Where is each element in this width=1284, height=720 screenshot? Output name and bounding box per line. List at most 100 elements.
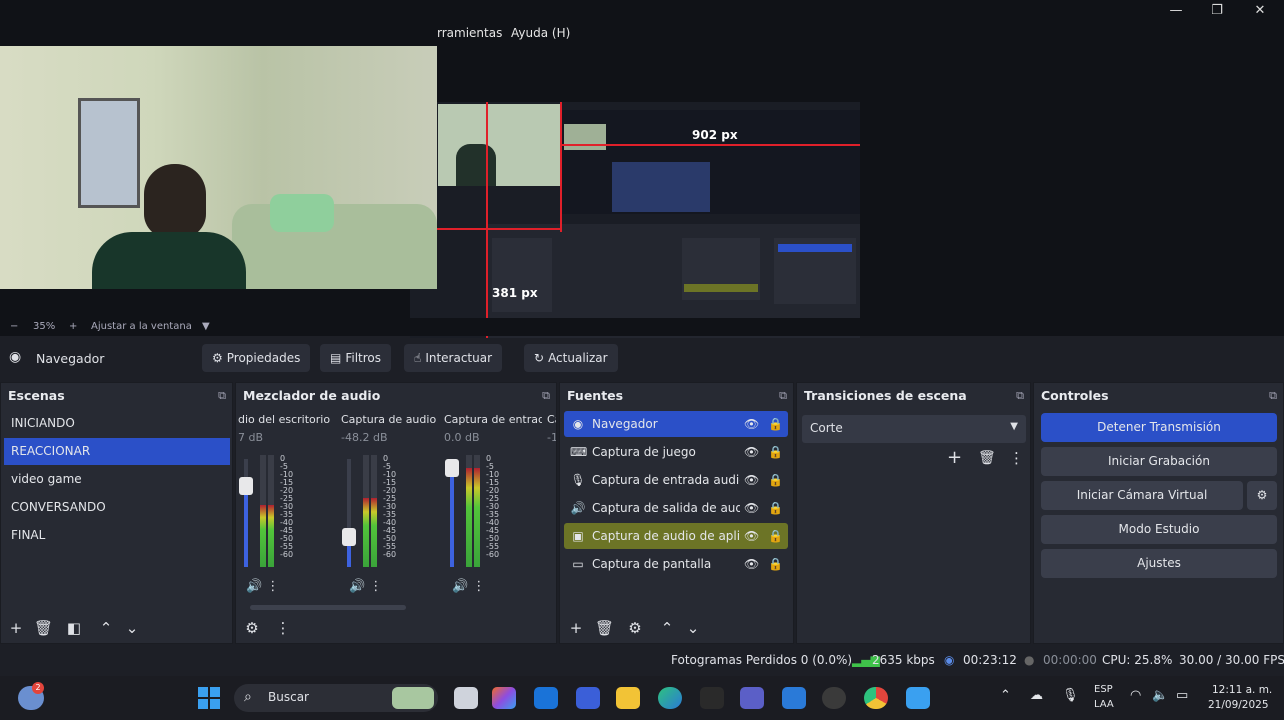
scene-item[interactable]: REACCIONAR <box>4 438 230 465</box>
chevron-down-icon[interactable]: ⌄ <box>123 619 141 637</box>
transition-select[interactable]: Corte ▼ <box>802 415 1026 443</box>
eye-icon[interactable]: 👁 <box>744 523 759 549</box>
source-item[interactable]: 🎙 Captura de entrada audio 👁 🔒 <box>564 467 788 493</box>
lock-icon[interactable]: 🔒 <box>768 439 783 465</box>
language-top[interactable]: ESP <box>1094 684 1113 695</box>
menu-dots-icon[interactable]: ⋮ <box>365 579 382 594</box>
settings-button[interactable]: Ajustes <box>1041 549 1277 578</box>
photos-icon[interactable] <box>906 687 930 709</box>
lock-icon[interactable]: 🔒 <box>768 411 783 437</box>
lock-icon[interactable]: 🔒 <box>768 523 783 549</box>
fit-to-window-button[interactable]: Ajustar a la ventana <box>91 321 192 332</box>
eye-icon[interactable]: 👁 <box>744 411 759 437</box>
minimize-button[interactable]: — <box>1165 2 1187 20</box>
zoom-out-button[interactable]: − <box>10 321 18 332</box>
menu-help[interactable]: Ayuda (H) <box>511 26 570 40</box>
settings-icon[interactable]: ⚙ <box>243 619 261 637</box>
eye-icon[interactable]: 👁 <box>744 439 759 465</box>
add-icon[interactable]: + <box>7 619 25 637</box>
preview-canvas[interactable]: 902 px 381 px <box>0 46 1284 356</box>
trash-icon[interactable]: 🗑 <box>978 450 996 466</box>
file-explorer-icon[interactable] <box>616 687 640 709</box>
menu-dots-icon[interactable]: ⋮ <box>468 579 485 594</box>
menu-tools[interactable]: rramientas <box>437 26 502 40</box>
volume-knob[interactable] <box>445 459 459 477</box>
source-item[interactable]: ▣ Captura de audio de aplicación 👁 🔒 <box>564 523 788 549</box>
start-recording-button[interactable]: Iniciar Grabación <box>1041 447 1277 476</box>
chevron-down-icon[interactable]: ⌄ <box>684 619 702 637</box>
webcam-source[interactable] <box>0 46 437 289</box>
speaker-icon[interactable]: 🔊 <box>246 579 262 594</box>
zoom-dropdown-icon[interactable]: ▼ <box>202 321 210 332</box>
lock-icon[interactable]: 🔒 <box>768 467 783 493</box>
studio-mode-button[interactable]: Modo Estudio <box>1041 515 1277 544</box>
chevron-up-icon[interactable]: ⌃ <box>1000 688 1011 703</box>
chevron-up-icon[interactable]: ⌃ <box>658 619 676 637</box>
undock-icon[interactable]: ⧉ <box>1016 383 1024 409</box>
chrome-icon[interactable] <box>864 687 888 709</box>
wifi-icon[interactable]: ◠ <box>1130 688 1141 703</box>
volume-slider[interactable] <box>342 459 356 567</box>
cloud-icon[interactable]: ☁ <box>1030 688 1043 703</box>
language-bottom[interactable]: LAA <box>1094 699 1114 710</box>
speaker-icon[interactable]: 🔊 <box>349 579 365 594</box>
scene-item[interactable]: video game <box>4 466 230 493</box>
volume-icon[interactable]: 🔈 <box>1152 688 1168 703</box>
add-icon[interactable]: + <box>567 619 585 637</box>
undock-icon[interactable]: ⧉ <box>218 383 226 409</box>
maximize-button[interactable]: ❐ <box>1206 2 1228 20</box>
filters-button[interactable]: ▤ Filtros <box>320 344 392 372</box>
battery-icon[interactable]: ▭ <box>1176 688 1188 703</box>
microphone-icon[interactable]: 🎙 <box>1062 688 1079 703</box>
zoom-in-button[interactable]: + <box>69 321 77 332</box>
undock-icon[interactable]: ⧉ <box>779 383 787 409</box>
teams-icon[interactable] <box>740 687 764 709</box>
source-item[interactable]: ⌨ Captura de juego 👁 🔒 <box>564 439 788 465</box>
scene-item[interactable]: FINAL <box>4 522 230 549</box>
lock-icon[interactable]: 🔒 <box>768 495 783 521</box>
add-transition-icon[interactable]: + <box>947 447 962 468</box>
task-view-icon[interactable] <box>454 687 478 709</box>
clock-date[interactable]: 21/09/2025 <box>1208 699 1269 711</box>
edge-icon[interactable] <box>658 687 682 709</box>
menu-dots-icon[interactable]: ⋮ <box>262 579 279 594</box>
scene-item[interactable]: INICIANDO <box>4 410 230 437</box>
app-icon[interactable] <box>576 687 600 709</box>
eye-icon[interactable]: 👁 <box>744 495 759 521</box>
volume-knob[interactable] <box>239 477 253 495</box>
obs-icon[interactable] <box>822 687 846 709</box>
volume-slider[interactable] <box>445 459 459 567</box>
clock-time[interactable]: 12:11 a. m. <box>1212 684 1272 696</box>
volume-slider[interactable] <box>239 459 253 567</box>
search-box[interactable]: ⌕ Buscar <box>234 684 438 712</box>
source-item[interactable]: ◉ Navegador 👁 🔒 <box>564 411 788 437</box>
interact-button[interactable]: ☝ Interactuar <box>404 344 503 372</box>
eye-icon[interactable]: 👁 <box>744 551 759 577</box>
close-button[interactable]: ✕ <box>1249 2 1271 20</box>
chevron-up-icon[interactable]: ⌃ <box>97 619 115 637</box>
menu-dots-icon[interactable]: ⋮ <box>274 619 292 637</box>
windows-start-icon[interactable] <box>198 687 220 709</box>
trash-icon[interactable]: 🗑 <box>595 619 614 637</box>
remote-desktop-icon[interactable] <box>782 687 806 709</box>
filter-icon[interactable]: ◧ <box>65 619 83 637</box>
source-item[interactable]: 🔊 Captura de salida de audio 👁 🔒 <box>564 495 788 521</box>
copilot-icon[interactable] <box>492 687 516 709</box>
eye-icon[interactable]: 👁 <box>744 467 759 493</box>
trash-icon[interactable]: 🗑 <box>34 619 53 637</box>
gear-icon[interactable]: ⚙ <box>626 619 644 637</box>
epic-games-icon[interactable] <box>700 687 724 709</box>
start-virtual-camera-button[interactable]: Iniciar Cámara Virtual <box>1041 481 1243 510</box>
properties-button[interactable]: ⚙ Propiedades <box>202 344 311 372</box>
scene-item[interactable]: CONVERSANDO <box>4 494 230 521</box>
volume-knob[interactable] <box>342 527 356 546</box>
source-item[interactable]: ▭ Captura de pantalla 👁 🔒 <box>564 551 788 577</box>
speaker-icon[interactable]: 🔊 <box>452 579 468 594</box>
lock-icon[interactable]: 🔒 <box>768 551 783 577</box>
mixer-scrollbar[interactable] <box>250 605 406 610</box>
stop-stream-button[interactable]: Detener Transmisión <box>1041 413 1277 442</box>
undock-icon[interactable]: ⧉ <box>1269 383 1277 409</box>
virtual-camera-settings-button[interactable]: ⚙ <box>1247 481 1277 510</box>
outlook-icon[interactable] <box>534 687 558 709</box>
refresh-button[interactable]: ↻ Actualizar <box>524 344 618 372</box>
